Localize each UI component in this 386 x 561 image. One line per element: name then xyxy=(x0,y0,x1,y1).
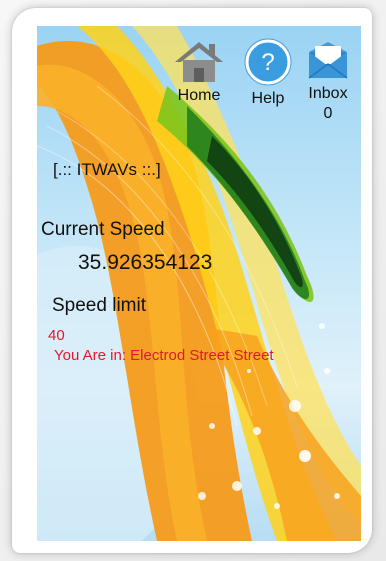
app-title: [.:: ITWAVs ::.] xyxy=(53,160,161,179)
speed-limit-value: 40 xyxy=(48,327,65,344)
inbox-label: Inbox xyxy=(308,85,348,102)
page: Home ? Help Inbox 0 [.:: ITWAVs ::.] Cur… xyxy=(0,0,386,561)
home-button[interactable]: Home xyxy=(171,40,227,105)
help-label: Help xyxy=(251,90,285,107)
help-button[interactable]: ? Help xyxy=(238,38,298,108)
app-screen: Home ? Help Inbox 0 [.:: ITWAVs ::.] Cur… xyxy=(37,26,361,541)
home-icon xyxy=(175,42,223,82)
speed-limit-label: Speed limit xyxy=(52,295,146,316)
home-label: Home xyxy=(177,87,221,104)
inbox-button[interactable]: Inbox 0 xyxy=(300,40,356,123)
help-icon: ? xyxy=(244,38,292,86)
current-speed-value: 35.926354123 xyxy=(78,251,213,274)
svg-text:?: ? xyxy=(261,49,274,76)
inbox-count: 0 xyxy=(323,105,333,122)
current-speed-label: Current Speed xyxy=(41,219,165,240)
location-text: You Are in: Electrod Street Street xyxy=(54,347,274,364)
inbox-mail-icon xyxy=(308,42,348,79)
